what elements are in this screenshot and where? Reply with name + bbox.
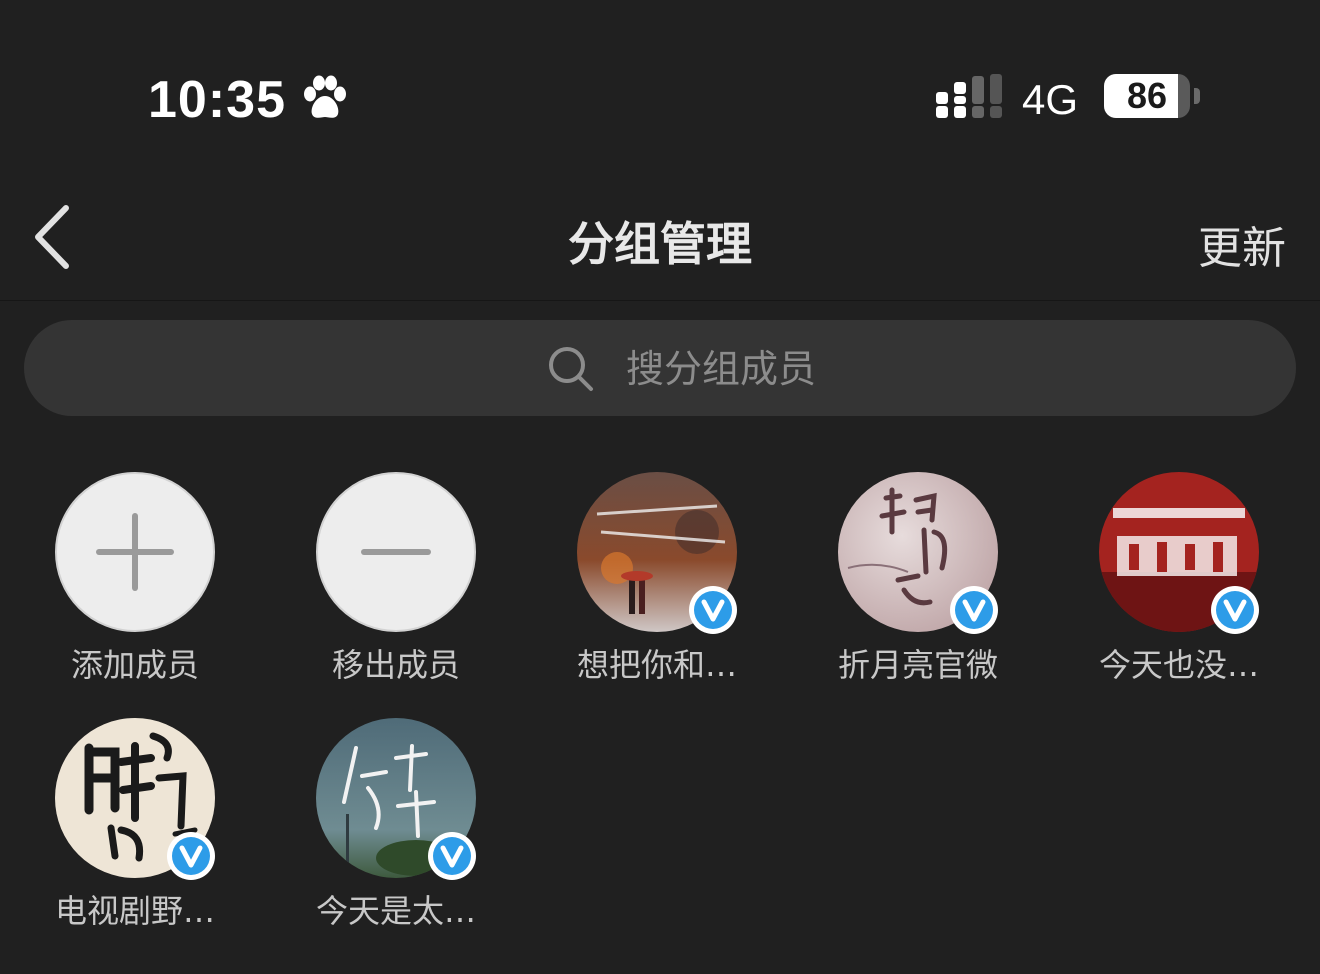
verified-badge-icon <box>167 832 215 880</box>
member-name: 想把你和… <box>576 646 737 684</box>
member-name: 折月亮官微 <box>837 646 998 684</box>
page-title: 分组管理 <box>568 217 752 271</box>
group-member-item[interactable]: 电视剧野… <box>15 718 255 938</box>
signal-icon <box>936 74 1002 118</box>
remove-member-label: 移出成员 <box>331 646 460 684</box>
verified-badge-icon <box>1211 586 1259 634</box>
battery-level: 86 <box>1126 75 1168 116</box>
status-time: 10:35 <box>148 71 286 129</box>
nav-bar: 分组管理 更新 <box>0 190 1320 301</box>
verified-badge-icon <box>689 586 737 634</box>
search-input[interactable] <box>624 338 1028 400</box>
verified-badge-icon <box>950 586 998 634</box>
paw-icon <box>304 75 346 118</box>
member-name: 今天是太… <box>315 892 476 930</box>
battery-indicator: 86 <box>1104 74 1200 120</box>
member-name: 今天也没… <box>1098 646 1259 684</box>
add-member-button[interactable]: 添加成员 <box>15 472 255 692</box>
search-icon <box>549 347 593 391</box>
remove-circle <box>316 472 476 632</box>
update-button[interactable]: 更新 <box>1198 212 1286 276</box>
verified-badge-icon <box>428 832 476 880</box>
group-member-item[interactable]: 今天也没… <box>1059 472 1299 692</box>
group-member-item[interactable]: 折月亮官微 <box>798 472 1038 692</box>
group-member-item[interactable]: 想把你和… <box>537 472 777 692</box>
plus-icon <box>96 513 174 591</box>
network-type: 4G <box>1022 76 1079 123</box>
group-member-item[interactable]: 今天是太… <box>276 718 516 938</box>
add-circle <box>55 472 215 632</box>
add-member-label: 添加成员 <box>70 646 199 684</box>
search-bar[interactable] <box>24 320 1296 416</box>
member-name: 电视剧野… <box>54 892 215 930</box>
remove-member-button[interactable]: 移出成员 <box>276 472 516 692</box>
status-bar: 10:35 4G 86 <box>0 0 1320 190</box>
minus-icon <box>361 549 431 555</box>
